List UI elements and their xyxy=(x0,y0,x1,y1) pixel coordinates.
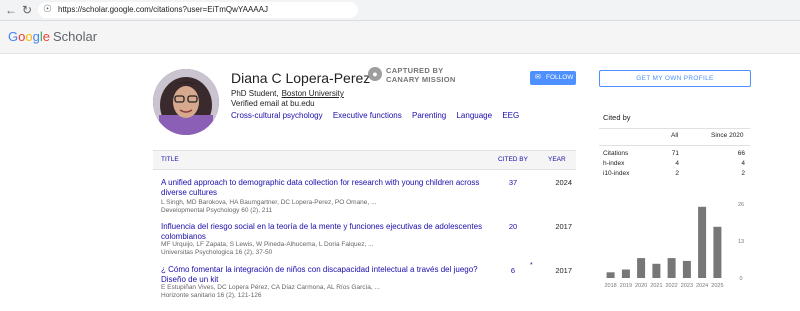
cited-by-link[interactable]: 37 xyxy=(498,178,528,188)
address-bar[interactable]: ☉ https://scholar.google.com/citations?u… xyxy=(38,2,358,18)
x-tick-label: 2025 xyxy=(711,283,723,289)
article-venue: Horizonte sanitario 16 (2), 121-126 xyxy=(161,292,262,299)
publications-table-header: TITLE CITED BY YEAR xyxy=(153,150,576,170)
y-tick-label: 0 xyxy=(739,276,742,282)
url-text[interactable]: https://scholar.google.com/citations?use… xyxy=(58,4,268,16)
site-info-icon[interactable]: ☉ xyxy=(43,4,55,16)
table-row: A unified approach to demographic data c… xyxy=(153,178,576,224)
x-tick-label: 2019 xyxy=(620,283,632,289)
canary-mission-icon: ● xyxy=(368,67,382,81)
cited-by-panel: Cited by All Since 2020 Citations 71 66 … xyxy=(599,100,750,303)
x-tick-label: 2024 xyxy=(696,283,708,289)
article-year: 2024 xyxy=(555,178,572,187)
research-interests: Cross-cultural psychology Executive func… xyxy=(231,111,527,121)
col-all: All xyxy=(671,132,679,139)
divider xyxy=(599,128,750,129)
y-tick-label: 26 xyxy=(738,202,744,208)
follow-button[interactable]: ✉ FOLLOW xyxy=(530,71,576,85)
stat-all: 2 xyxy=(675,170,679,177)
stat-row-i10-index: i10-index 2 2 xyxy=(599,169,750,179)
table-row: ¿ Cómo fomentar la integración de niños … xyxy=(153,262,576,311)
cited-by-link[interactable]: 6 xyxy=(498,266,528,276)
logo-letter: o xyxy=(25,29,33,44)
stat-label-link[interactable]: h-index xyxy=(603,159,624,169)
chart-bar-2021[interactable] xyxy=(652,263,661,278)
divider xyxy=(599,145,750,146)
captured-by-canary-mission-badge[interactable]: ● CAPTURED BY CANARY MISSION xyxy=(368,65,498,85)
sort-by-year[interactable]: YEAR xyxy=(548,151,566,169)
interest-link[interactable]: Language xyxy=(456,111,492,120)
back-arrow-icon[interactable]: ← xyxy=(4,3,18,17)
role-text: PhD Student, xyxy=(231,89,279,98)
stat-label-link[interactable]: i10-index xyxy=(603,169,629,179)
logo-letter: g xyxy=(32,29,40,44)
article-title-link[interactable]: ¿ Cómo fomentar la integración de niños … xyxy=(161,265,491,285)
stat-all: 71 xyxy=(671,150,679,157)
article-authors: E Estupiñan Vives, DC Lopera Pérez, CA D… xyxy=(161,284,380,291)
envelope-icon: ✉ xyxy=(535,74,541,81)
chart-bar-2019[interactable] xyxy=(621,269,630,279)
interest-link[interactable]: Executive functions xyxy=(333,111,402,120)
stat-label-link[interactable]: Citations xyxy=(603,149,628,159)
merged-star: * xyxy=(530,262,533,269)
article-authors: L Singh, MD Barokova, HA Baumgartner, DC… xyxy=(161,199,377,206)
logo-letter: e xyxy=(42,29,50,44)
article-venue: Developmental Psychology 60 (2), 211 xyxy=(161,207,273,214)
article-year: 2017 xyxy=(555,266,572,275)
x-tick-label: 2021 xyxy=(650,283,662,289)
citations-per-year-chart: 2018 2019 2020 2021 2022 2023 2024 2025 26 13 0 xyxy=(604,202,744,289)
stat-since: 2 xyxy=(741,170,745,177)
affiliation-link[interactable]: Boston University xyxy=(282,89,344,98)
stat-since: 66 xyxy=(737,150,745,157)
sort-by-title[interactable]: TITLE xyxy=(161,151,179,169)
chart-bar-2025[interactable] xyxy=(713,226,722,278)
avatar xyxy=(153,69,219,135)
x-tick-label: 2018 xyxy=(604,283,616,289)
chart-bar-2023[interactable] xyxy=(682,260,691,278)
stat-all: 4 xyxy=(675,160,679,167)
article-authors: MF Urquijo, LF Zapata, S Lewis, W Pineda… xyxy=(161,241,374,248)
interest-link[interactable]: Cross-cultural psychology xyxy=(231,111,323,120)
captured-line1: CAPTURED BY xyxy=(386,66,444,75)
profile-role: PhD Student, Boston University xyxy=(231,89,344,99)
reload-icon[interactable]: ↻ xyxy=(20,3,34,17)
follow-label: FOLLOW xyxy=(546,74,574,81)
sort-by-cited[interactable]: CITED BY xyxy=(498,151,528,169)
x-tick-label: 2020 xyxy=(635,283,647,289)
google-scholar-logo[interactable]: Google Scholar xyxy=(8,29,97,45)
browser-toolbar: ← ↻ ☉ https://scholar.google.com/citatio… xyxy=(0,0,800,21)
chart-bar-2018[interactable] xyxy=(606,272,615,278)
table-row: Influencia del riesgo social en la teorí… xyxy=(153,222,576,268)
verified-email: Verified email at bu.edu xyxy=(231,99,315,108)
cited-by-link[interactable]: 20 xyxy=(498,222,528,232)
article-year: 2017 xyxy=(555,222,572,231)
profile-name: Diana C Lopera-Perez xyxy=(231,70,371,86)
x-tick-label: 2023 xyxy=(681,283,693,289)
interest-link[interactable]: EEG xyxy=(502,111,519,120)
col-since-2020: Since 2020 xyxy=(711,132,744,139)
captured-line2: CANARY MISSION xyxy=(386,75,456,84)
interest-link[interactable]: Parenting xyxy=(412,111,446,120)
chart-bar-2020[interactable] xyxy=(637,258,646,278)
chart-bar-2022[interactable] xyxy=(667,258,676,278)
get-my-own-profile-button[interactable]: GET MY OWN PROFILE xyxy=(599,70,751,87)
chart-bar-2024[interactable] xyxy=(698,206,707,278)
stat-row-h-index: h-index 4 4 xyxy=(599,159,750,169)
y-tick-label: 13 xyxy=(738,239,744,245)
scholar-header: Google Scholar xyxy=(0,21,800,54)
stat-row-citations: Citations 71 66 xyxy=(599,149,750,159)
stat-since: 4 xyxy=(741,160,745,167)
logo-scholar-text: Scholar xyxy=(52,29,98,44)
profile-photo xyxy=(153,69,219,135)
article-title-link[interactable]: Influencia del riesgo social en la teorí… xyxy=(161,222,491,242)
article-title-link[interactable]: A unified approach to demographic data c… xyxy=(161,178,491,198)
article-venue: Universitas Psychologica 16 (2), 37-50 xyxy=(161,249,273,256)
cited-by-title: Cited by xyxy=(603,113,631,122)
x-tick-label: 2022 xyxy=(665,283,677,289)
logo-letter: G xyxy=(8,29,19,44)
